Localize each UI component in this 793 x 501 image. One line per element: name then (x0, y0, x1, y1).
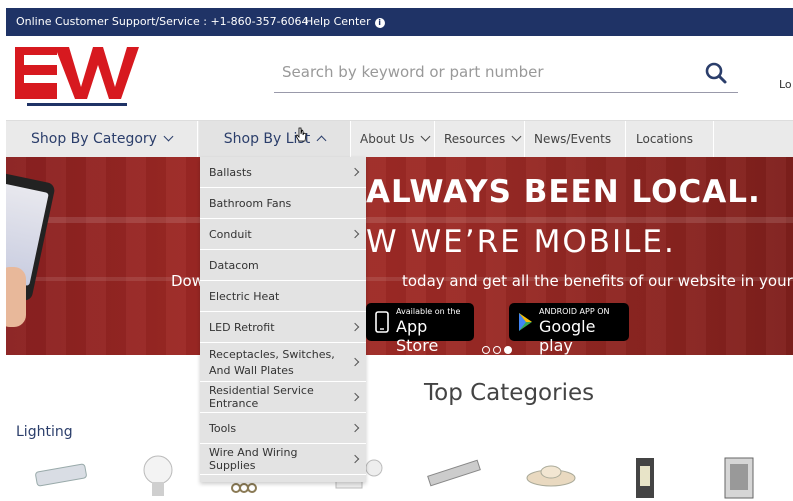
mouse-cursor-icon (295, 127, 307, 142)
logo-graphic (15, 47, 139, 106)
dropdown-item-receptacles[interactable]: Receptacles, Switches, And Wall Plates (200, 343, 366, 382)
dropdown-item-label: Bathroom Fans (209, 196, 292, 210)
nav-item-label: Locations (636, 132, 694, 146)
chevron-right-icon (350, 357, 360, 367)
dropdown-item-bathroom-fans[interactable]: Bathroom Fans (200, 188, 366, 219)
dropdown-item-tools[interactable]: Tools (200, 413, 366, 444)
chevron-down-icon (420, 131, 431, 142)
carousel-dot[interactable] (493, 346, 501, 354)
banner-tagline-right: today and get all the benefits of our we… (402, 272, 793, 290)
login-link[interactable]: Lo (779, 78, 792, 91)
search-icon[interactable] (704, 61, 728, 85)
dropdown-item-label: Conduit (209, 227, 252, 241)
fluorescent-fixture-product-image[interactable] (424, 454, 482, 494)
nav-item-label: About Us (360, 132, 415, 146)
dropdown-item-label: Residential Service Entrance (209, 384, 314, 410)
nav-locations[interactable]: Locations (628, 121, 714, 158)
dropdown-item-residential-service[interactable]: Residential Service Entrance (200, 382, 366, 413)
dropdown-item-label: Datacom (209, 258, 259, 272)
dropdown-item-conduit[interactable]: Conduit (200, 219, 366, 250)
carousel-dot-active[interactable] (504, 346, 512, 354)
chevron-down-icon (163, 131, 174, 142)
lighting-category-link[interactable]: Lighting (16, 424, 73, 440)
dropdown-item-label: LED Retrofit (209, 320, 275, 334)
info-icon: i (374, 18, 385, 28)
chevron-up-icon (316, 135, 327, 146)
carousel-dot[interactable] (482, 346, 490, 354)
chevron-down-icon (511, 131, 522, 142)
ceiling-fixture-product-image[interactable] (524, 454, 578, 498)
dropdown-item-electric-heat[interactable]: Electric Heat (200, 281, 366, 312)
app-store-button[interactable]: Available on the App Store (366, 303, 474, 355)
help-center-link[interactable]: Help Center i (305, 15, 385, 28)
dropdown-item-label: Wire And Wiring Supplies (209, 446, 298, 472)
google-play-icon (519, 313, 532, 331)
product-strip (0, 446, 793, 501)
banner-shelf-decor (6, 217, 793, 223)
dropdown-item-label: Electric Heat (209, 289, 280, 303)
dropdown-item-wire[interactable]: Wire And Wiring Supplies (200, 444, 366, 475)
nav-about-us[interactable]: About Us (352, 121, 435, 158)
light-bulb-product-image[interactable] (140, 454, 176, 501)
ew-logo[interactable] (15, 45, 139, 111)
banner-headline: ALWAYS BEEN LOCAL. (366, 174, 761, 210)
carousel-dots (482, 339, 515, 355)
support-phone[interactable]: Online Customer Support/Service : +1-860… (16, 15, 309, 28)
chevron-right-icon (350, 392, 360, 402)
dropdown-item-label: Tools (209, 421, 237, 435)
dropdown-item-ballasts[interactable]: Ballasts (200, 157, 366, 188)
google-play-button[interactable]: ANDROID APP ON Google play (509, 303, 629, 355)
app-store-label: App Store (396, 317, 439, 355)
top-categories-heading: Top Categories (424, 380, 595, 406)
dropdown-item-label: Receptacles, Switches, And Wall Plates (209, 347, 335, 377)
hero-banner[interactable]: ALWAYS BEEN LOCAL. W WE’RE MOBILE. Dow to… (6, 157, 793, 355)
app-store-small-text: Available on the (396, 307, 461, 316)
dropdown-item-label: Ballasts (209, 165, 252, 179)
dropdown-item-led-retrofit[interactable]: LED Retrofit (200, 312, 366, 343)
search-input[interactable] (274, 55, 674, 89)
shop-by-category-label: Shop By Category (31, 131, 157, 147)
google-play-label: Google play (539, 317, 596, 355)
shop-by-list-menu[interactable]: Shop By List (199, 121, 351, 158)
top-bar: Online Customer Support/Service : +1-860… (6, 8, 793, 36)
nav-item-label: Resources (444, 132, 506, 146)
ballast-product-image[interactable] (32, 454, 90, 494)
main-nav: Shop By Category Shop By List About Us R… (6, 120, 793, 179)
shop-by-category-menu[interactable]: Shop By Category (6, 121, 198, 158)
chevron-right-icon (350, 322, 360, 332)
shop-by-list-dropdown: Ballasts Bathroom Fans Conduit Datacom E… (200, 157, 366, 482)
chevron-right-icon (350, 167, 360, 177)
chevron-right-icon (350, 423, 360, 433)
chevron-right-icon (350, 229, 360, 239)
help-center-label: Help Center (305, 15, 371, 28)
google-play-small-text: ANDROID APP ON (539, 307, 610, 316)
panel-box-product-image[interactable] (722, 454, 756, 501)
search-bar (274, 55, 738, 93)
chevron-right-icon (350, 454, 360, 464)
nav-item-label: News/Events (534, 132, 612, 146)
nav-resources[interactable]: Resources (436, 121, 525, 158)
phone-icon (375, 311, 389, 333)
wall-lantern-product-image[interactable] (630, 454, 660, 501)
nav-news-events[interactable]: News/Events (526, 121, 626, 179)
hand-image (6, 267, 26, 327)
dropdown-item-datacom[interactable]: Datacom (200, 250, 366, 281)
banner-subheadline: W WE’RE MOBILE. (366, 224, 676, 260)
